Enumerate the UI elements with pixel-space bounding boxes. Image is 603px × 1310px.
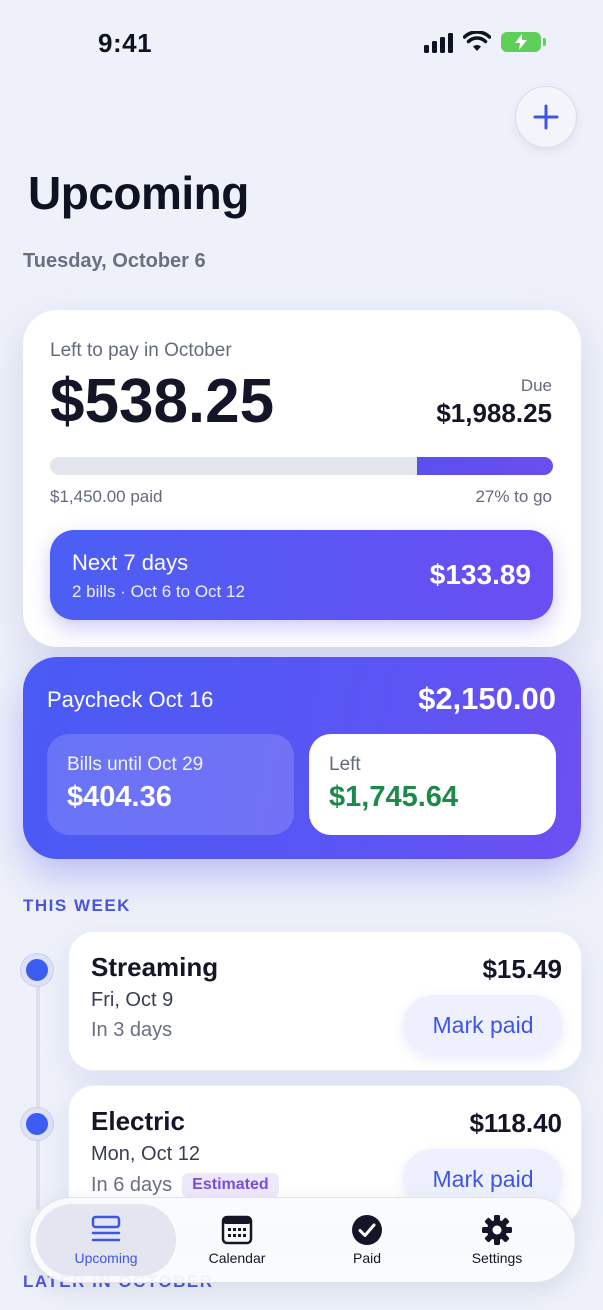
bills-until-box: Bills until Oct 29 $404.36 [47, 734, 294, 835]
estimated-badge: Estimated [182, 1173, 279, 1197]
bill-amount: $118.40 [469, 1108, 562, 1138]
bill-relative-due: In 3 days [91, 1019, 172, 1042]
bill-relative-due: In 6 days Estimated [91, 1173, 279, 1197]
paycheck-card[interactable]: Paycheck Oct 16 $2,150.00 Bills until Oc… [23, 657, 581, 859]
list-icon [91, 1215, 121, 1242]
plus-icon [533, 104, 559, 130]
bill-name: Streaming [91, 952, 219, 982]
left-after-bills-box: Left $1,745.64 [309, 734, 556, 835]
status-bar: 9:41 [0, 0, 603, 90]
timeline-dot [21, 954, 53, 986]
wifi-icon [463, 31, 491, 51]
timeline-line [36, 970, 40, 1210]
next-7-days-button[interactable]: Next 7 days 2 bills · Oct 6 to Oct 12 $1… [50, 530, 553, 620]
bills-until-label: Bills until Oct 29 [67, 754, 204, 775]
left-label: Left [329, 754, 361, 775]
tab-label: Paid [352, 1250, 382, 1266]
calendar-icon [221, 1215, 253, 1245]
next-days-title: Next 7 days [72, 550, 189, 575]
tab-paid[interactable]: Paid [302, 1198, 432, 1282]
status-icons [424, 31, 546, 53]
tab-bar: Upcoming Calendar Paid Settings [29, 1197, 576, 1283]
tab-calendar[interactable]: Calendar [172, 1198, 302, 1282]
due-amount: $1,988.25 [436, 398, 552, 428]
cellular-signal-icon [424, 31, 453, 53]
bill-due-date: Mon, Oct 12 [91, 1143, 200, 1165]
mark-paid-button[interactable]: Mark paid [403, 995, 563, 1055]
tab-label: Calendar [208, 1250, 266, 1266]
due-label: Due [520, 376, 552, 395]
tab-label: Upcoming [74, 1250, 138, 1266]
section-header-this-week: THIS WEEK [23, 896, 131, 915]
tab-settings[interactable]: Settings [432, 1198, 562, 1282]
tab-upcoming[interactable]: Upcoming [36, 1204, 176, 1276]
bill-amount: $15.49 [482, 954, 562, 984]
tab-label: Settings [471, 1250, 523, 1266]
battery-charging-icon [501, 32, 546, 52]
next-days-amount: $133.89 [429, 559, 531, 590]
paycheck-title: Paycheck Oct 16 [47, 687, 214, 712]
bill-card-streaming[interactable]: Streaming Fri, Oct 9 In 3 days $15.49 Ma… [68, 931, 582, 1071]
page-title: Upcoming [28, 167, 249, 219]
paycheck-amount: $2,150.00 [418, 681, 556, 716]
summary-label: Left to pay in October [50, 340, 232, 361]
next-days-subtitle: 2 bills · Oct 6 to Oct 12 [72, 582, 245, 601]
bill-due-date: Fri, Oct 9 [91, 989, 174, 1011]
gear-icon [482, 1215, 512, 1245]
timeline-dot [21, 1108, 53, 1140]
left-amount: $1,745.64 [329, 781, 459, 813]
bill-relative-text: In 3 days [91, 1019, 173, 1041]
to-go-percent-label: 27% to go [475, 487, 552, 506]
checkmark-circle-icon [352, 1215, 382, 1245]
current-date: Tuesday, October 6 [23, 250, 206, 272]
summary-amount: $538.25 [50, 367, 275, 436]
add-bill-button[interactable] [515, 86, 577, 148]
bill-name: Electric [91, 1106, 185, 1136]
monthly-summary-card: Left to pay in October $538.25 Due $1,98… [23, 310, 581, 647]
bill-relative-text: In 6 days [91, 1173, 173, 1196]
paid-amount-label: $1,450.00 paid [50, 487, 163, 506]
payment-progress-bar [50, 457, 553, 475]
bills-until-amount: $404.36 [67, 781, 172, 813]
status-time: 9:41 [98, 28, 153, 58]
